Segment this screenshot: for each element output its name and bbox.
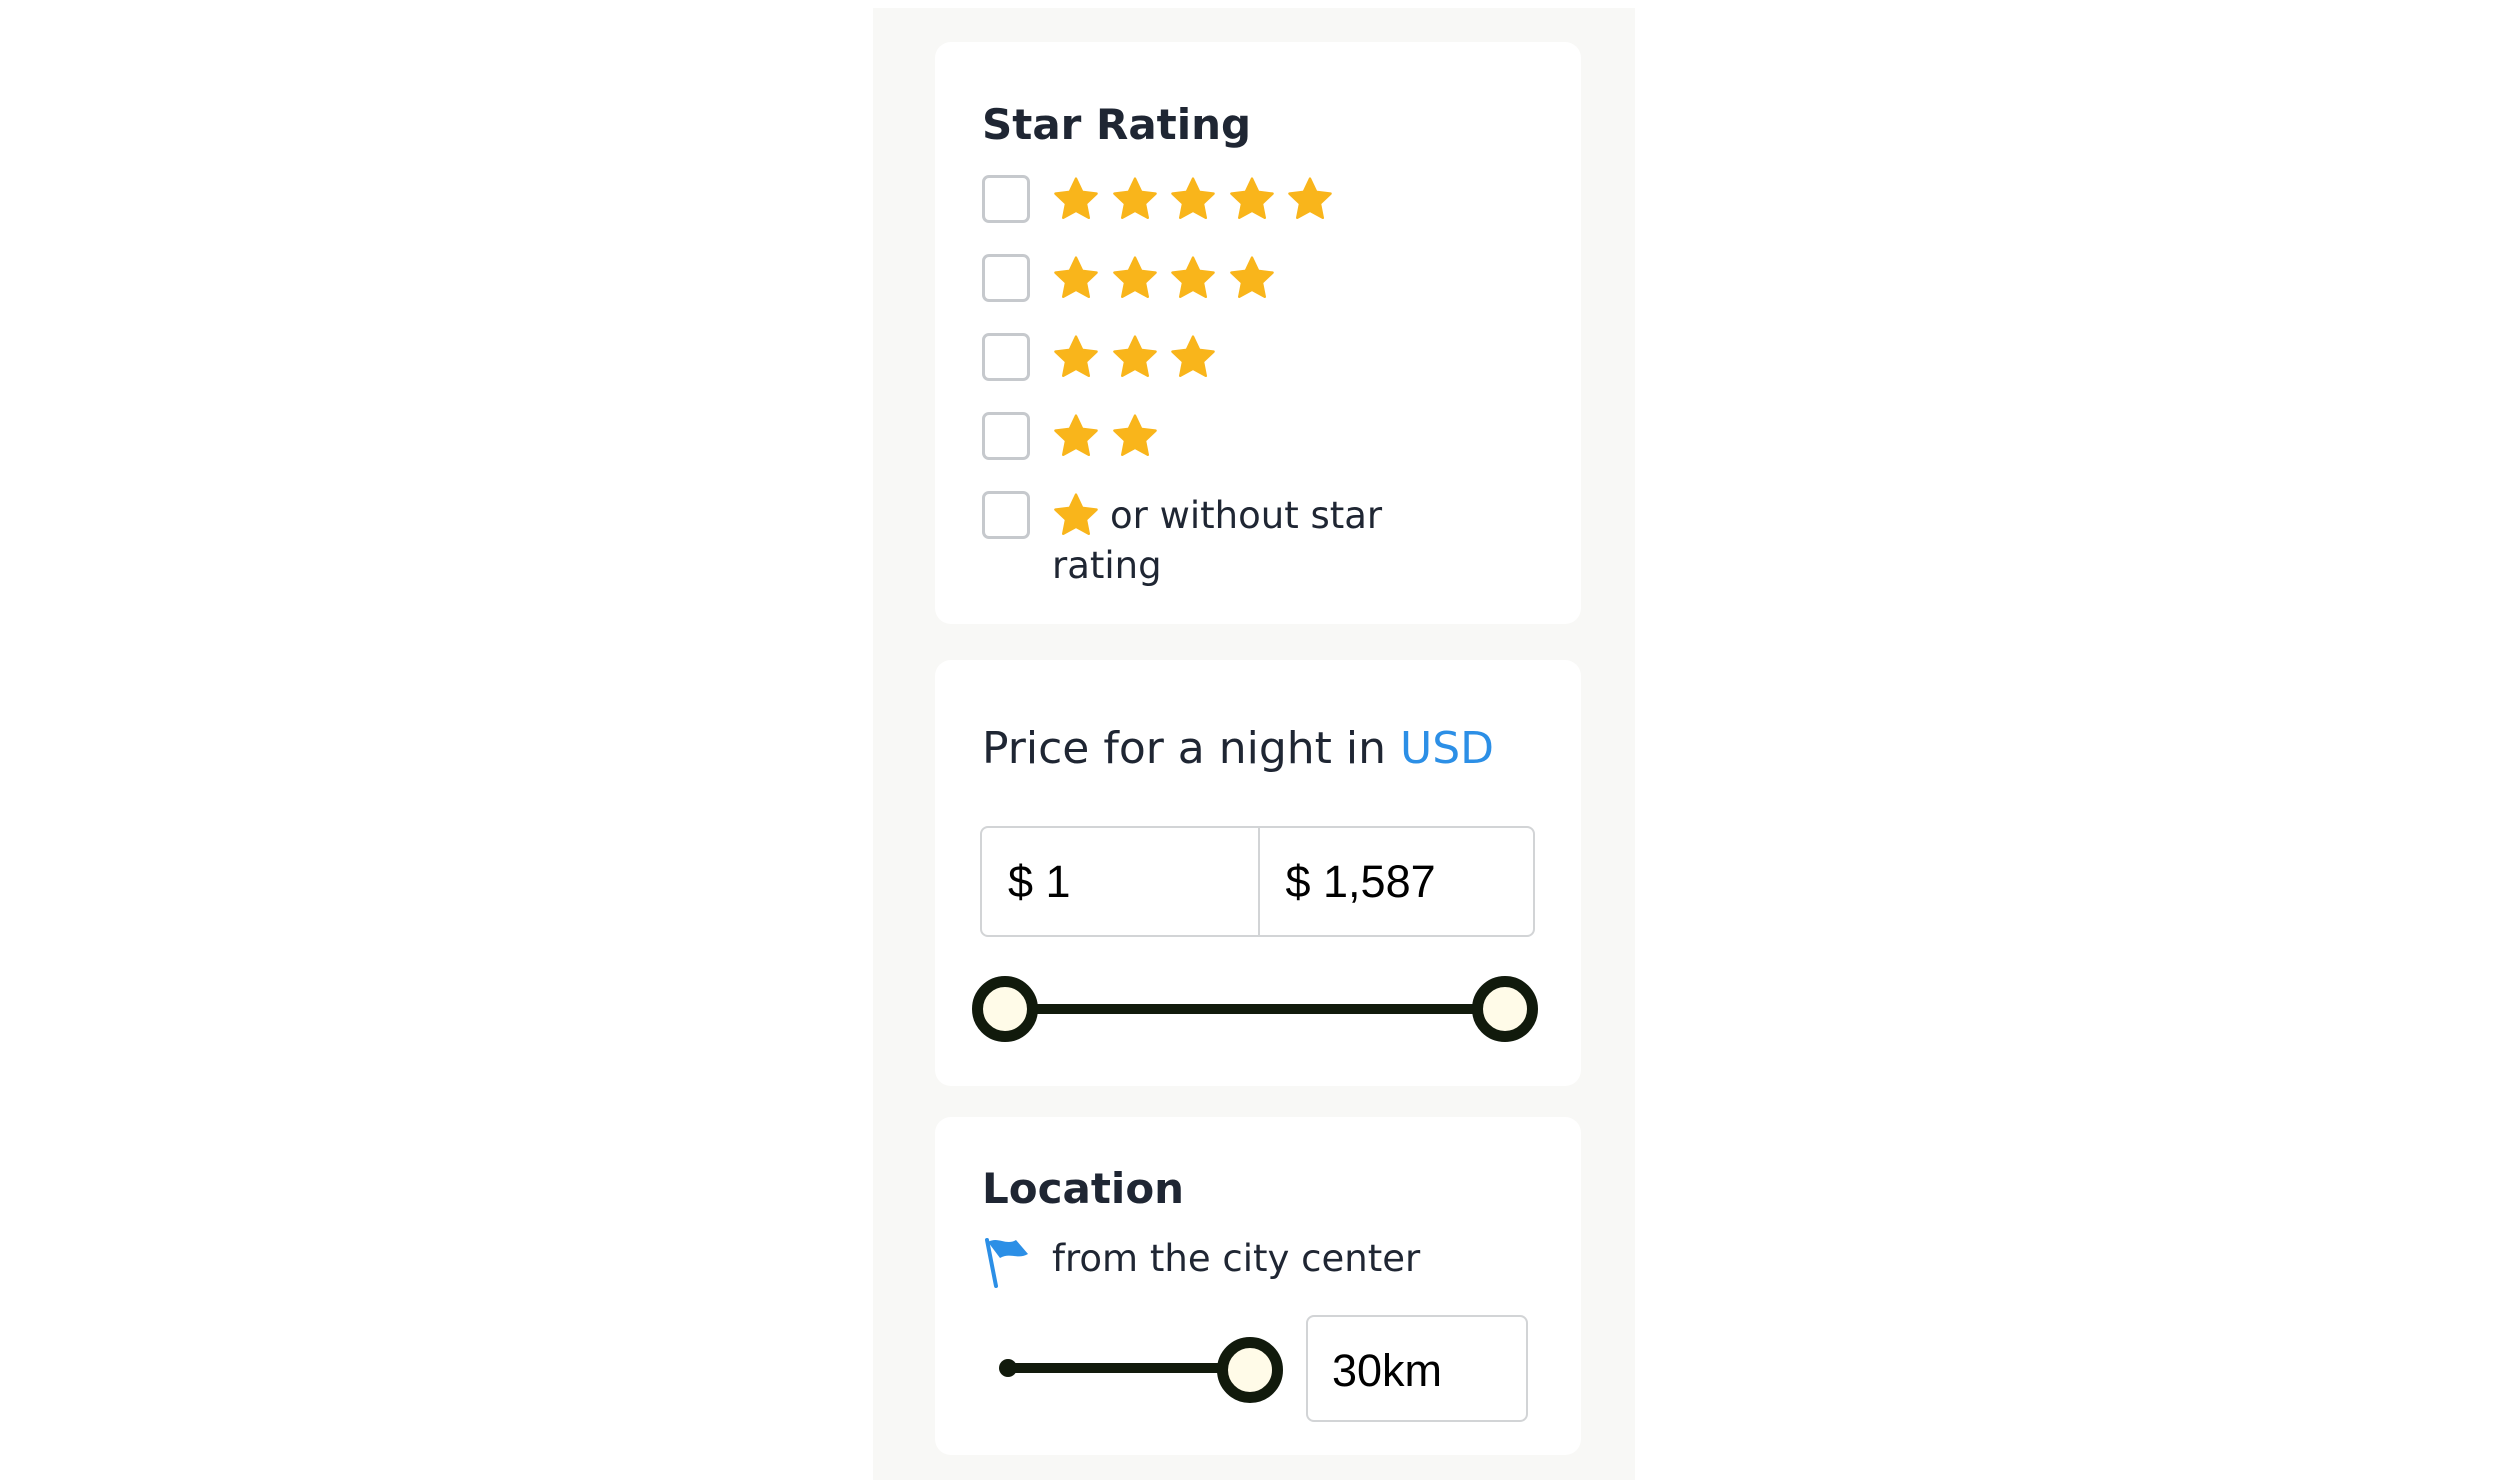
rating-5-checkbox[interactable] [982, 175, 1030, 223]
rating-4-stars [1052, 254, 1286, 302]
star-icon [1286, 175, 1334, 223]
rating-option-5[interactable] [982, 175, 1542, 223]
rating-option-3[interactable] [982, 333, 1542, 381]
price-min-handle[interactable] [972, 976, 1038, 1042]
rating-option-4[interactable] [982, 254, 1542, 302]
price-title-text: Price for a night in [982, 723, 1387, 774]
star-icon [1228, 254, 1276, 302]
location-label: from the city center [1052, 1237, 1421, 1280]
distance-slider-handle[interactable] [1217, 1337, 1283, 1403]
distance-slider-track[interactable] [1005, 1363, 1245, 1373]
star-icon [1169, 175, 1217, 223]
price-min-input[interactable]: $ 1 [982, 828, 1258, 935]
star-icon [1111, 254, 1159, 302]
location-card: Location from the city center 30km [935, 1117, 1581, 1455]
flag-icon [985, 1238, 1028, 1288]
rating-2-stars [1052, 412, 1169, 460]
rating-5-stars [1052, 175, 1345, 223]
price-title: Price for a night in USD [982, 723, 1494, 774]
currency-link[interactable]: USD [1400, 723, 1494, 774]
rating-3-checkbox[interactable] [982, 333, 1030, 381]
star-icon [1111, 333, 1159, 381]
rating-4-checkbox[interactable] [982, 254, 1030, 302]
star-rating-card: Star Rating or without star rating [935, 42, 1581, 624]
rating-option-1[interactable]: or without star rating [982, 491, 1542, 591]
price-max-handle[interactable] [1472, 976, 1538, 1042]
rating-option-2[interactable] [982, 412, 1542, 460]
star-icon [1052, 175, 1100, 223]
location-title: Location [982, 1164, 1185, 1213]
star-icon [1052, 412, 1100, 460]
rating-1-checkbox[interactable] [982, 491, 1030, 539]
price-slider-track[interactable] [1005, 1004, 1505, 1014]
star-icon [1052, 254, 1100, 302]
price-card: Price for a night in USD $ 1 $ 1,587 [935, 660, 1581, 1086]
star-rating-title: Star Rating [982, 100, 1252, 149]
price-max-input[interactable]: $ 1,587 [1257, 828, 1534, 935]
filters-panel: Star Rating or without star rating Price… [873, 8, 1635, 1480]
star-icon [1169, 254, 1217, 302]
without-rating-label: or without star rating [1052, 494, 1383, 587]
star-icon [1111, 175, 1159, 223]
star-icon [1052, 333, 1100, 381]
rating-2-checkbox[interactable] [982, 412, 1030, 460]
distance-input[interactable]: 30km [1306, 1315, 1528, 1422]
star-icon [1169, 333, 1217, 381]
star-icon [1228, 175, 1276, 223]
star-icon [1111, 412, 1159, 460]
rating-3-stars [1052, 333, 1228, 381]
price-range-inputs: $ 1 $ 1,587 [980, 826, 1535, 937]
